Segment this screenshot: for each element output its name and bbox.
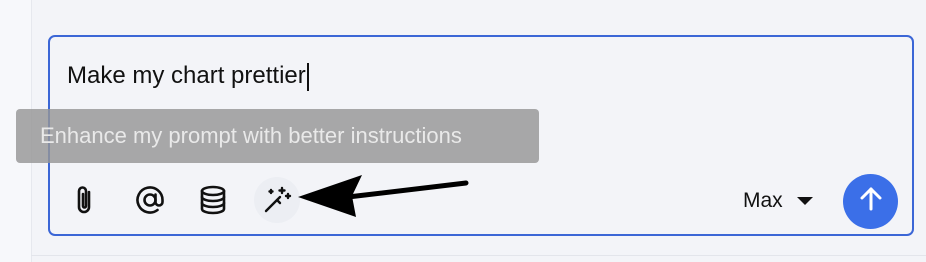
mention-button[interactable] bbox=[127, 177, 173, 223]
pointer-arrow-annotation bbox=[290, 172, 470, 227]
enhance-prompt-tooltip: Enhance my prompt with better instructio… bbox=[16, 109, 539, 163]
database-icon bbox=[198, 184, 228, 216]
model-selector[interactable]: Max bbox=[743, 186, 813, 216]
prompt-input-value: Make my chart prettier bbox=[67, 62, 306, 89]
model-selector-label: Max bbox=[743, 189, 783, 212]
magic-wand-icon bbox=[261, 184, 293, 216]
data-source-button[interactable] bbox=[190, 177, 236, 223]
paperclip-icon bbox=[70, 183, 100, 217]
divider bbox=[31, 255, 926, 256]
caret-down-icon bbox=[796, 197, 813, 205]
prompt-input[interactable]: Make my chart prettier bbox=[67, 61, 309, 91]
text-caret bbox=[306, 62, 309, 91]
send-button[interactable] bbox=[843, 174, 898, 229]
arrow-up-icon bbox=[857, 185, 885, 218]
at-sign-icon bbox=[133, 183, 167, 217]
attach-button[interactable] bbox=[62, 177, 108, 223]
